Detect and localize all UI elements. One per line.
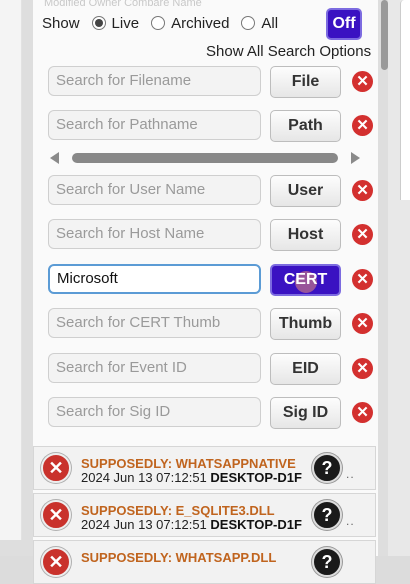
cert-thumb-search-input[interactable]: Search for CERT Thumb [48,308,261,338]
radio-archived[interactable]: Archived [151,15,229,32]
search-row-cert: Microsoft CERT ✕ [48,264,378,296]
result-timestamp: 2024 Jun 13 07:12:51 [81,517,207,532]
file-search-button[interactable]: File [270,66,341,98]
path-search-button[interactable]: Path [270,110,341,142]
filename-search-input[interactable]: Search for Filename [48,66,261,96]
app-frame: Modified Owner Compare Name Show Live Ar… [0,0,410,584]
radio-all-label: All [261,14,279,32]
horizontal-scroll-thumb[interactable] [72,153,338,163]
left-pane [0,0,22,540]
radio-selected-icon [91,16,106,30]
result-meta: 2024 Jun 13 07:12:51 DESKTOP-D1F [81,517,321,532]
sig-id-search-input[interactable]: Search for Sig ID [48,397,261,427]
radio-unselected-icon [241,16,256,30]
show-all-search-options-link[interactable]: Show All Search Options [206,43,371,60]
search-row-filename: Search for Filename File ✕ [48,66,378,98]
question-circle-icon[interactable]: ? [312,453,342,483]
result-more: .. [346,467,355,481]
eid-search-button[interactable]: EID [270,353,341,385]
list-item[interactable]: ✕ SUPPOSEDLY: E_SQLITE3.DLL 2024 Jun 13 … [33,493,376,537]
close-circle-icon[interactable]: ✕ [352,115,373,136]
close-circle-icon[interactable]: ✕ [41,453,71,483]
pathname-search-input[interactable]: Search for Pathname [48,110,261,140]
radio-live[interactable]: Live [91,14,140,32]
close-circle-icon[interactable]: ✕ [41,500,71,530]
thumb-search-button[interactable]: Thumb [270,308,341,340]
list-item[interactable]: ✕ SUPPOSEDLY: WHATSAPPNATIVE 2024 Jun 13… [33,446,376,490]
close-circle-icon[interactable]: ✕ [352,71,373,92]
clipped-header-text: Modified Owner Compare Name [44,0,202,6]
close-circle-icon[interactable]: ✕ [41,547,71,577]
radio-all[interactable]: All [241,15,278,32]
search-row-sig-id: Search for Sig ID Sig ID ✕ [48,397,378,429]
result-host: DESKTOP-D1F [210,517,302,532]
result-name: SUPPOSEDLY: E_SQLITE3.DLL [81,503,275,518]
sig-id-search-button[interactable]: Sig ID [270,397,341,429]
result-meta: 2024 Jun 13 07:12:51 DESKTOP-D1F [81,470,321,485]
right-card [400,0,410,200]
search-row-user: Search for User Name User ✕ [48,175,378,207]
user-search-input[interactable]: Search for User Name [48,175,261,205]
vertical-scrollbar[interactable] [381,0,388,70]
close-circle-icon[interactable]: ✕ [352,224,373,245]
user-search-button[interactable]: User [270,175,341,207]
result-name: SUPPOSEDLY: WHATSAPPNATIVE [81,456,296,471]
close-circle-icon[interactable]: ✕ [352,358,373,379]
close-circle-icon[interactable]: ✕ [352,402,373,423]
search-row-event-id: Search for Event ID EID ✕ [48,353,378,385]
cert-button-label: CERT [283,271,328,288]
search-row-host: Search for Host Name Host ✕ [48,219,378,251]
cert-search-input[interactable]: Microsoft [48,264,261,294]
radio-archived-label: Archived [171,14,230,32]
close-circle-icon[interactable]: ✕ [352,269,373,290]
horizontal-scrollbar[interactable] [50,151,360,165]
radio-live-label: Live [111,14,140,32]
result-more: .. [346,514,355,528]
host-search-input[interactable]: Search for Host Name [48,219,261,249]
search-row-thumb: Search for CERT Thumb Thumb ✕ [48,308,378,340]
cert-search-button[interactable]: CERT [270,264,341,296]
close-circle-icon[interactable]: ✕ [352,313,373,334]
close-circle-icon[interactable]: ✕ [352,180,373,201]
result-host: DESKTOP-D1F [210,470,302,485]
results-list: ✕ SUPPOSEDLY: WHATSAPPNATIVE 2024 Jun 13… [33,446,376,584]
radio-unselected-icon [151,16,166,30]
list-item[interactable]: ✕ SUPPOSEDLY: WHATSAPP.DLL ? [33,540,376,584]
question-circle-icon[interactable]: ? [312,547,342,577]
question-circle-icon[interactable]: ? [312,500,342,530]
show-label: Show [42,14,80,32]
event-id-search-input[interactable]: Search for Event ID [48,353,261,383]
result-timestamp: 2024 Jun 13 07:12:51 [81,470,207,485]
scroll-left-icon[interactable] [50,152,59,164]
show-filter: Show Live Archived All [42,12,278,34]
off-toggle-button[interactable]: Off [326,8,362,40]
search-row-pathname: Search for Pathname Path ✕ [48,110,378,142]
host-search-button[interactable]: Host [270,219,341,251]
result-name: SUPPOSEDLY: WHATSAPP.DLL [81,550,277,565]
scroll-right-icon[interactable] [351,152,360,164]
